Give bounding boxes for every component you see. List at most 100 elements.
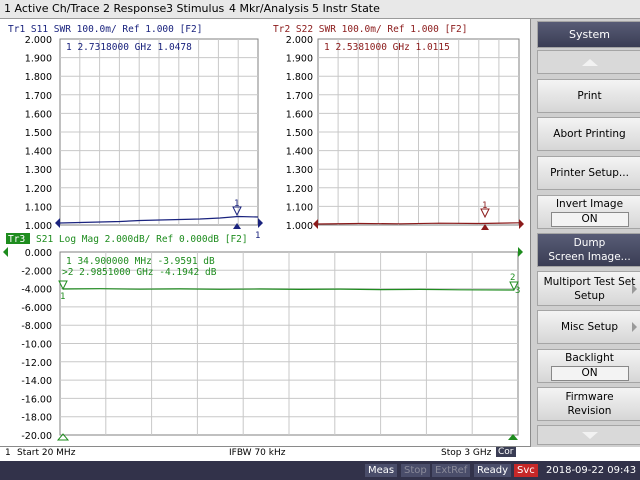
trace1-ytick: 1.900	[25, 54, 52, 65]
trace1-marker-1-label: 1	[234, 199, 239, 209]
invert-image-state: ON	[550, 212, 629, 227]
trace3-badge[interactable]: Tr3	[8, 234, 25, 245]
trace2-marker-1-label: 1	[482, 201, 487, 211]
trace3-ytick: -10.00	[21, 340, 52, 351]
backlight-label: Backlight	[565, 352, 614, 364]
menu-response[interactable]: 2 Response	[103, 2, 166, 15]
softkey-panel: System Print Abort Printing Printer Setu…	[530, 19, 640, 447]
menu-stimulus[interactable]: 3 Stimulus	[166, 2, 224, 15]
printer-setup-button[interactable]: Printer Setup...	[537, 156, 640, 190]
abort-printing-label: Abort Printing	[553, 128, 626, 140]
trace1-ytick: 1.100	[25, 202, 52, 213]
trace3-marker2-readout: >2 2.9851000 GHz -4.1942 dB	[62, 267, 217, 278]
trace1-ref-arrow-left	[55, 218, 60, 228]
trace2-ytick: 1.200	[286, 184, 313, 195]
trace1-ytick: 1.700	[25, 91, 52, 102]
trace2-ytick: 1.500	[286, 128, 313, 139]
status-datetime: 2018-09-22 09:43	[546, 465, 637, 476]
channel-info-bar: 1 Start 20 MHz IFBW 70 kHz Stop 3 GHz Co…	[0, 446, 530, 461]
abort-printing-button[interactable]: Abort Printing	[537, 117, 640, 151]
softkey-title-system[interactable]: System	[537, 21, 640, 48]
trace1-stim-marker	[233, 223, 241, 229]
status-meas: Meas	[365, 464, 398, 477]
misc-setup-button[interactable]: Misc Setup	[537, 310, 640, 344]
softkey-title-label: System	[568, 27, 611, 41]
trace2-ytick: 1.300	[286, 165, 313, 176]
trace3-ytick: -12.00	[21, 358, 52, 369]
trace2-ytick: 2.000	[286, 35, 313, 46]
trace3-ytick: -6.000	[21, 303, 52, 314]
trace1-ytick: 1.600	[25, 109, 52, 120]
trace3-ref-arrow-right	[518, 247, 523, 257]
correction-badge: Cor	[496, 447, 516, 457]
trace3-ytick: -2.000	[21, 266, 52, 277]
trace1-ytick: 1.300	[25, 165, 52, 176]
chevron-right-icon	[632, 283, 637, 294]
trace2-ref-arrow-left	[313, 219, 318, 229]
trace3-marker-3-label: 3	[515, 286, 520, 296]
start-frequency[interactable]: Start 20 MHz	[17, 448, 75, 458]
firmware-label-1: Firmware	[565, 391, 614, 403]
trace3-ytick: -4.000	[21, 285, 52, 296]
trace2-ytick: 1.600	[286, 109, 313, 120]
menu-bar: 1 Active Ch/Trace 2 Response 3 Stimulus …	[0, 0, 640, 19]
trace3-header[interactable]: S21 Log Mag 2.000dB/ Ref 0.000dB [F2]	[36, 234, 248, 245]
menu-instr-state[interactable]: 5 Instr State	[312, 2, 380, 15]
trace1-ytick: 1.800	[25, 72, 52, 83]
trace2-marker-readout: 1 2.5381000 GHz 1.0115	[324, 42, 450, 53]
stop-frequency[interactable]: Stop 3 GHz	[441, 448, 491, 458]
trace1-ref-label: 1	[255, 231, 260, 241]
menu-mkr-analysis[interactable]: 4 Mkr/Analysis	[229, 2, 309, 15]
trace3-ytick: -14.00	[21, 376, 52, 387]
multiport-label-1: Multiport Test Set	[543, 275, 636, 288]
trace3-ytick: -16.00	[21, 394, 52, 405]
scroll-down-button[interactable]	[537, 425, 640, 445]
chevron-down-icon	[581, 431, 598, 439]
trace2-header[interactable]: Tr2 S22 SWR 100.0m/ Ref 1.000 [F2]	[273, 24, 467, 35]
print-button[interactable]: Print	[537, 79, 640, 113]
status-svc: Svc	[514, 464, 538, 477]
trace3-marker-1-label: 1	[60, 292, 65, 302]
dump-screen-image-button[interactable]: Dump Screen Image...	[537, 233, 640, 267]
trace2-ytick: 1.800	[286, 72, 313, 83]
trace1-ref-arrow-right	[258, 218, 263, 228]
backlight-state: ON	[550, 366, 629, 381]
trace2-ytick: 1.700	[286, 91, 313, 102]
status-bar: Meas Stop ExtRef Ready Svc 2018-09-22 09…	[0, 461, 640, 480]
invert-image-button[interactable]: Invert Image ON	[537, 195, 640, 229]
print-label: Print	[577, 90, 602, 102]
trace2-ytick: 1.400	[286, 147, 313, 158]
trace2-ytick: 1.000	[286, 221, 313, 232]
trace3-ytick: -18.00	[21, 413, 52, 424]
multiport-test-set-setup-button[interactable]: Multiport Test Set Setup	[537, 271, 640, 306]
trace2-ytick: 1.900	[286, 54, 313, 65]
backlight-button[interactable]: Backlight ON	[537, 349, 640, 383]
trace3-ytick: 0.000	[25, 248, 52, 259]
multiport-label-2: Setup	[574, 289, 605, 302]
trace3-ref-arrow-left	[3, 247, 8, 257]
invert-image-label: Invert Image	[555, 198, 624, 210]
trace2-ref-arrow-right	[519, 219, 524, 229]
chevron-right-icon	[632, 322, 637, 332]
trace2-grid	[317, 38, 520, 226]
trace1-ytick: 2.000	[25, 35, 52, 46]
printer-setup-label: Printer Setup...	[550, 167, 629, 179]
channel-number[interactable]: 1	[5, 448, 11, 458]
trace1-header[interactable]: Tr1 S11 SWR 100.0m/ Ref 1.000 [F2]	[8, 24, 202, 35]
trace3-marker-2-label: 2	[510, 273, 515, 283]
trace2-ytick: 1.100	[286, 202, 313, 213]
trace1-marker-readout: 1 2.7318000 GHz 1.0478	[66, 42, 192, 53]
ifbw-setting[interactable]: IFBW 70 kHz	[229, 448, 285, 458]
misc-setup-label: Misc Setup	[560, 321, 619, 333]
scroll-up-button[interactable]	[537, 50, 640, 74]
menu-active-ch-trace[interactable]: 1 Active Ch/Trace	[4, 2, 100, 15]
status-stop: Stop	[401, 464, 430, 477]
firmware-label-2: Revision	[567, 405, 612, 417]
trace3-marker1-readout: 1 34.900000 MHz -3.9591 dB	[66, 256, 215, 267]
firmware-revision-button[interactable]: Firmware Revision	[537, 387, 640, 421]
trace1-ytick: 1.400	[25, 147, 52, 158]
trace1-ytick: 1.500	[25, 128, 52, 139]
dump-screen-label-2: Screen Image...	[548, 251, 631, 263]
trace2-line	[317, 222, 520, 225]
trace1-ytick: 1.000	[25, 221, 52, 232]
